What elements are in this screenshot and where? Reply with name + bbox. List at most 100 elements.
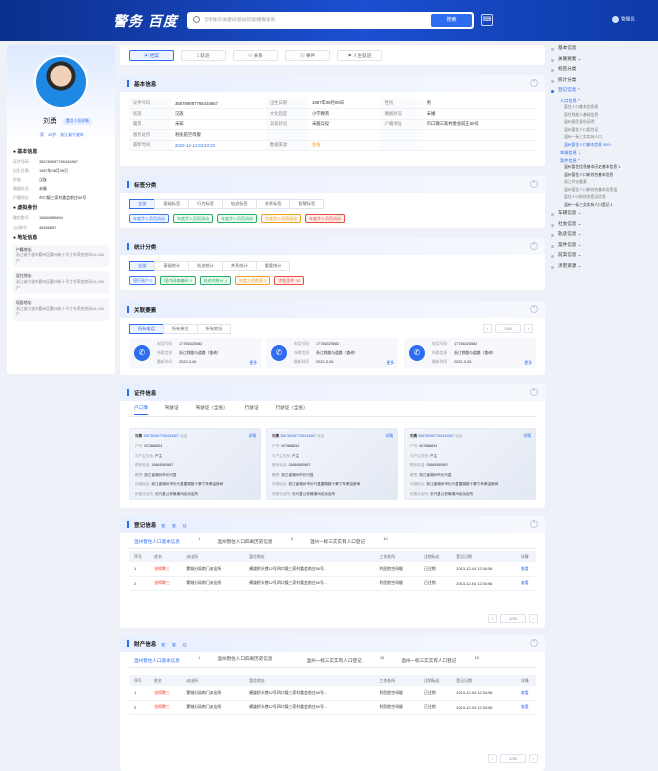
nav-subgroup[interactable]: 车辆信息 ⌄ (548, 150, 652, 158)
nav-subgroup[interactable]: 人口信息 ^ (548, 98, 652, 106)
table-cell[interactable]: 张揭腾三 (149, 576, 182, 591)
segment[interactable]: 所有单位 (162, 324, 198, 334)
more-link[interactable]: 更多 (249, 361, 257, 366)
nav-group[interactable]: 车辆信息 ⌄ (548, 210, 652, 221)
collapse-icon[interactable]: ⌃ (530, 639, 538, 647)
tab-prop-population[interactable]: 温州一标三实实有人口登记 10 (307, 656, 385, 668)
segment[interactable]: 基础统计 (154, 261, 190, 271)
segment[interactable]: 智慧标签 (289, 199, 325, 209)
tab-prop-population-2[interactable]: 温州一标三实实有人口登记 10 (401, 656, 479, 668)
household-card[interactable]: 刘勇 356789087765434567 派出 详情 户号: 007888834 与… (404, 428, 536, 500)
tab-reg-basic[interactable]: 温州暂住人口基本信息 1 (134, 537, 201, 549)
stat-chip[interactable]: 涉股案件 35 (274, 276, 304, 285)
tab-reg-population[interactable]: 温州一标三实实有人口登记 10 (310, 537, 388, 549)
table-cell[interactable]: 张揭腾三 (149, 562, 182, 577)
tab-event[interactable]: ▤ 事件 (285, 49, 330, 61)
prev-icon[interactable]: ‹ (488, 754, 497, 763)
segment[interactable]: 所有电话 (129, 324, 164, 334)
nav-group[interactable]: 案件信息 ⌄ (548, 242, 652, 253)
user-menu[interactable]: 管理员 (612, 16, 635, 23)
nav-group[interactable]: 统计分类 (548, 77, 652, 88)
tab-reg-history[interactable]: 温州暂住人口四离历史信息 3 (217, 537, 293, 549)
tag-chip[interactable]: 年度涉入员而流动 (305, 214, 345, 223)
nav-item[interactable]: 暂住人口新综合登记信息 (548, 195, 652, 203)
page-select[interactable]: 1/50 (495, 324, 521, 333)
next-icon[interactable]: › (529, 614, 538, 623)
relation-item[interactable]: ✆ 电话号码 17756325582 所属信息 浙江铁路与道路（查询） 最新时间 20… (129, 338, 261, 368)
nav-group[interactable]: 轨迹信息 ⌄ (548, 231, 652, 242)
view-link[interactable]: 查看 (515, 562, 536, 577)
view-link[interactable]: 查看 (515, 700, 536, 715)
collapse-icon[interactable]: ⌃ (530, 180, 538, 188)
tag-chip[interactable]: 年度涉入员而流动 (261, 214, 301, 223)
nav-group[interactable]: 基本信息 (548, 45, 652, 56)
prev-icon[interactable]: ‹ (483, 324, 492, 333)
nav-item[interactable]: 温州一标三实实有人口登记 1 (548, 203, 652, 211)
tab-relation[interactable]: ⚇ 关系 (233, 49, 278, 61)
collapse-icon[interactable]: ⌃ (530, 520, 538, 528)
view-link[interactable]: 查看 (515, 576, 536, 591)
next-icon[interactable]: › (524, 324, 533, 333)
more-link[interactable]: 更多 (524, 361, 532, 366)
tab-vehicle-province[interactable]: 行驶证（全省） (276, 405, 308, 415)
tag-chip[interactable]: 年度涉入员而流动 (217, 214, 257, 223)
segment[interactable]: 所有地址 (196, 324, 232, 334)
nav-group[interactable]: 关联要素 ⌄ (548, 56, 652, 67)
more-link[interactable]: 更多 (386, 361, 394, 366)
nav-item[interactable]: 暂住人口基本信息表 (548, 105, 652, 113)
nav-group[interactable]: 社会信息 ⌄ (548, 221, 652, 232)
nav-item[interactable]: 温州暂住人口居住证 (548, 128, 652, 136)
relation-item[interactable]: ✆ 电话号码 17756325582 所属信息 浙江铁路与道路（查询） 最新时间 20… (266, 338, 398, 368)
tab-prop-basic[interactable]: 温州暂住人口基本信息 1 (134, 656, 201, 668)
segment[interactable]: 轨迹标签 (221, 199, 257, 209)
tab-license-province[interactable]: 驾驶证（全省） (196, 405, 228, 415)
segment[interactable]: 行为标签 (188, 199, 223, 209)
tab-vehicle[interactable]: 行驶证 (245, 405, 259, 415)
detail-link[interactable]: 详情 (523, 434, 531, 439)
stat-chip[interactable]: 年度入的房源 3 (235, 276, 271, 285)
household-card[interactable]: 刘勇 356789087765434567 派出 详情 户号: 007888834 与… (266, 428, 398, 500)
collapse-icon[interactable]: ⌃ (530, 305, 538, 313)
segment[interactable]: 关系标签 (255, 199, 291, 209)
search-input[interactable]: 全所账号/关键词/基站/因留/模糊查询 (204, 17, 275, 23)
view-link[interactable]: 查看 (515, 686, 536, 701)
tab-track[interactable]: ⟟ 轨迹 (181, 49, 226, 61)
nav-item[interactable]: 温州暂住信息基本历史基本信息 1 (548, 165, 652, 173)
nav-subgroup[interactable]: 案件信息 ^ (548, 158, 652, 166)
nav-group[interactable]: 登记信息 ^ (548, 87, 652, 98)
nav-item[interactable]: 温州居民身份证明 (548, 120, 652, 128)
tab-life-track[interactable]: ⚑ 人生轨迹 (337, 49, 382, 61)
nav-item[interactable]: 浙江评价备案 (548, 180, 652, 188)
collapse-icon[interactable]: ⌃ (530, 242, 538, 250)
nav-item[interactable]: 温州暂住人口新综合基本信息温 (548, 188, 652, 196)
tag-chip[interactable]: 年度涉入员而流动 (129, 214, 169, 223)
search-button[interactable]: 搜索 (431, 14, 472, 27)
nav-item[interactable]: 温州暂住人口基本信息 900+ (548, 143, 652, 151)
nav-item[interactable]: 温州一标三实实有人口 (548, 135, 652, 143)
tab-license[interactable]: 驾驶证 (165, 405, 179, 415)
collapse-icon[interactable]: ⌃ (530, 79, 538, 87)
table-cell[interactable]: 张揭腾三 (149, 700, 182, 715)
prev-icon[interactable]: ‹ (488, 614, 497, 623)
tab-archive[interactable]: ▣ 档案 (129, 49, 174, 61)
detail-link[interactable]: 详情 (248, 434, 256, 439)
keyboard-icon[interactable]: ⌨ (481, 14, 493, 26)
segment[interactable]: 全部 (129, 199, 156, 209)
nav-group[interactable]: 前案信息 ⌄ (548, 252, 652, 263)
relation-item[interactable]: ✆ 电话号码 17756325582 所属信息 浙江铁路与道路（查询） 最新时间 20… (404, 338, 536, 368)
tag-chip[interactable]: 年度涉入员而流动 (173, 214, 213, 223)
segment[interactable]: 全部 (129, 261, 156, 271)
segment[interactable]: 关系统计 (221, 261, 257, 271)
profile-badge[interactable]: 重点人员详情 (63, 118, 92, 125)
household-card[interactable]: 刘勇 356789087765434567 派出 详情 户号: 007888834 与… (129, 428, 261, 500)
segment[interactable]: 轨迹统计 (188, 261, 223, 271)
stat-chip[interactable]: 轨迹的统计 4 (199, 276, 232, 285)
nav-group[interactable]: 涉密资源 ⌄ (548, 263, 652, 274)
nav-item[interactable]: 温州暂住人口新综合基本信息 (548, 173, 652, 181)
tab-hukou[interactable]: 户口簿 (134, 405, 148, 415)
stat-chip[interactable]: 国内网络编码 3 (160, 276, 196, 285)
segment[interactable]: 重要统计 (255, 261, 291, 271)
collapse-icon[interactable]: ⌃ (530, 388, 538, 396)
page-select[interactable]: 2/30 (500, 614, 526, 623)
segment[interactable]: 基础标签 (154, 199, 190, 209)
